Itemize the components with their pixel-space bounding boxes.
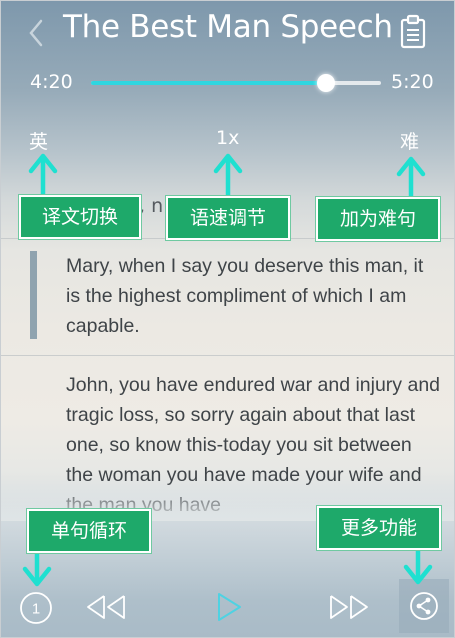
callout-single-loop: 单句循环: [27, 509, 151, 553]
clipboard-icon[interactable]: [397, 14, 429, 50]
callout-arrow-up-icon: [213, 153, 243, 199]
callout-speed-adjust: 语速调节: [166, 196, 290, 240]
page-title: The Best Man Speech: [63, 9, 393, 45]
translation-toggle-button[interactable]: 英: [29, 127, 48, 154]
divider: [1, 355, 454, 356]
transcript-partial-line: , n: [139, 195, 164, 217]
transcript-paragraph-active[interactable]: Mary, when I say you deserve this man, i…: [66, 251, 441, 341]
current-time: 4:20: [30, 71, 73, 93]
progress-fill: [91, 81, 326, 85]
callout-translation-switch: 译文切换: [19, 195, 141, 239]
share-button[interactable]: [399, 579, 449, 633]
previous-icon[interactable]: [84, 593, 128, 621]
callout-arrow-up-icon: [396, 156, 426, 200]
active-sentence-marker: [30, 251, 37, 339]
speed-button[interactable]: 1x: [216, 127, 239, 149]
share-icon: [410, 592, 438, 620]
callout-add-difficult: 加为难句: [316, 197, 440, 241]
progress-thumb[interactable]: [316, 74, 335, 92]
difficulty-button[interactable]: 难: [400, 127, 419, 154]
total-time: 5:20: [391, 71, 434, 93]
callout-arrow-up-icon: [28, 153, 58, 199]
player-screen: The Best Man Speech 4:20 5:20 英 1x 难 , n…: [0, 0, 455, 638]
back-arrow-icon[interactable]: [23, 15, 51, 51]
loop-count: 1: [32, 601, 40, 618]
play-icon[interactable]: [215, 591, 243, 623]
progress-slider[interactable]: [91, 74, 381, 92]
callout-more-functions: 更多功能: [317, 506, 441, 550]
single-loop-icon[interactable]: 1: [18, 590, 54, 626]
next-icon[interactable]: [327, 593, 371, 621]
